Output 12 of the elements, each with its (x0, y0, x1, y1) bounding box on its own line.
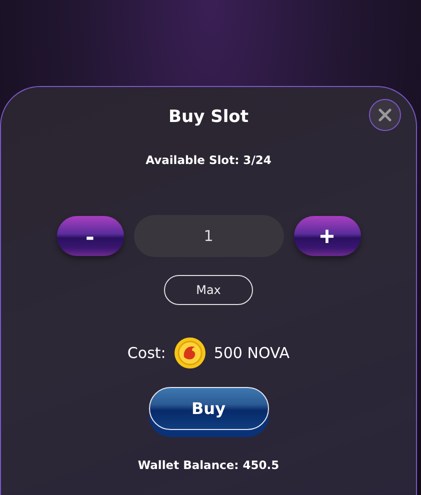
dialog-title: Buy Slot (168, 107, 248, 127)
increment-button[interactable]: + (294, 216, 360, 256)
cost-label: Cost: (127, 344, 166, 362)
close-button[interactable] (369, 99, 401, 131)
quantity-field[interactable]: 1 (134, 215, 284, 257)
coin-icon (174, 337, 206, 369)
available-slot-text: Available Slot: 3/24 (146, 153, 272, 167)
close-icon (378, 108, 392, 122)
wallet-balance-text: Wallet Balance: 450.5 (138, 458, 280, 472)
decrement-button[interactable]: - (56, 216, 124, 256)
cost-amount: 500 NOVA (214, 344, 290, 362)
max-button[interactable]: Max (164, 275, 253, 305)
